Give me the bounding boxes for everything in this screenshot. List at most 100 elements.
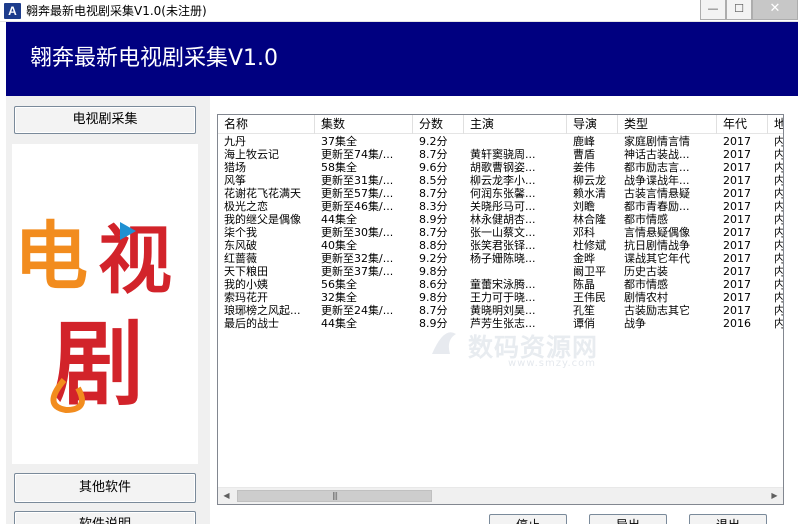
list-body: 九丹 37集全 9.2分 鹿峰 家庭剧情言情 2017 内海上牧云记 更新至74集/... 8.… [218, 135, 784, 330]
column-name-header[interactable]: 名称 [218, 115, 315, 134]
cell-cast: 王力可于晓... [470, 291, 536, 304]
tv-collect-button[interactable]: 电视剧采集 [14, 106, 196, 134]
column-director-header[interactable]: 导演 [567, 115, 618, 134]
other-software-button[interactable]: 其他软件 [14, 473, 196, 503]
horizontal-scrollbar[interactable]: ◀ ||| ▶ [218, 487, 783, 504]
logo-graphic: 电 视 剧 [14, 214, 172, 418]
software-info-button[interactable]: 软件说明 [14, 511, 196, 524]
column-cast-header[interactable]: 主演 [464, 115, 567, 134]
cell-episodes: 37集全 [321, 135, 357, 148]
cell-region: 内 [774, 317, 784, 330]
cell-region: 内 [774, 148, 784, 161]
cell-region: 内 [774, 252, 784, 265]
cell-cast: 张笑君张铎... [470, 239, 536, 252]
cell-cast: 杨子姗陈晓... [470, 252, 536, 265]
scroll-right-arrow-icon[interactable]: ▶ [766, 488, 783, 504]
exit-button[interactable]: 退出 [689, 514, 767, 524]
cell-year: 2017 [723, 239, 751, 252]
cell-name: 琅琊榜之风起... [224, 304, 301, 317]
cell-score: 8.3分 [419, 200, 448, 213]
cell-score: 9.8分 [419, 291, 448, 304]
column-region-header[interactable]: 地 [768, 115, 783, 134]
cell-year: 2017 [723, 161, 751, 174]
cell-genre: 战争 [624, 317, 646, 330]
cell-name: 猎场 [224, 161, 246, 174]
cell-genre: 都市情感 [624, 213, 668, 226]
cell-director: 金晔 [573, 252, 595, 265]
cell-score: 9.2分 [419, 252, 448, 265]
cell-name: 天下粮田 [224, 265, 268, 278]
table-row[interactable]: 天下粮田 更新至37集/... 9.8分 阚卫平 历史古装 2017 内 [218, 265, 783, 278]
cell-year: 2017 [723, 187, 751, 200]
table-row[interactable]: 索玛花开 32集全 9.8分 王力可于晓... 王伟民 剧情农村 2017 内 [218, 291, 784, 304]
cell-region: 内 [774, 291, 784, 304]
maximize-button[interactable]: ☐ [726, 0, 752, 20]
drama-list[interactable]: 名称 集数 分数 主演 导演 类型 年代 地 九丹 37集全 9.2分 鹿峰 家庭剧情言… [217, 114, 784, 505]
cell-score: 8.7分 [419, 187, 448, 200]
svg-text:电: 电 [14, 214, 88, 300]
stop-button[interactable]: 停止 [489, 514, 567, 524]
cell-name: 我的小姨 [224, 278, 268, 291]
cell-name: 极光之恋 [224, 200, 268, 213]
table-row[interactable]: 风筝 更新至31集/... 8.5分 柳云龙李小... 柳云龙 战争谍战年... 2017 内 [218, 174, 784, 187]
scroll-left-arrow-icon[interactable]: ◀ [218, 488, 235, 504]
cell-genre: 都市情感 [624, 278, 668, 291]
cell-director: 王伟民 [573, 291, 606, 304]
table-row[interactable]: 海上牧云记 更新至74集/... 8.7分 黄轩窦骁周... 曹盾 神话古装战... 201… [218, 148, 784, 161]
minimize-button[interactable]: — [700, 0, 726, 20]
cell-name: 我的继父是偶像 [224, 213, 301, 226]
cell-genre: 历史古装 [624, 265, 668, 278]
table-row[interactable]: 我的小姨 56集全 8.6分 童蕾宋泳腾... 陈晶 都市情感 2017 内 [218, 278, 783, 291]
table-row[interactable]: 猎场 58集全 9.6分 胡歌曹钢姿... 姜伟 都市励志言... 2017 内 [218, 161, 784, 174]
table-row[interactable]: 我的继父是偶像 44集全 8.9分 林永健胡杏... 林合隆 都市情感 2017 内 [218, 213, 783, 226]
cell-genre: 抗日剧情战争 [624, 239, 690, 252]
table-row[interactable]: 红蔷薇 更新至32集/... 9.2分 杨子姗陈晓... 金晔 谍战其它年代 2017 内 [218, 252, 784, 265]
cell-genre: 古装励志其它 [624, 304, 690, 317]
cell-score: 9.6分 [419, 161, 448, 174]
cell-cast [464, 135, 567, 148]
cell-director: 林合隆 [573, 213, 606, 226]
table-row[interactable]: 柒个我 更新至30集/... 8.7分 张一山蔡文... 邓科 言情悬疑偶像 2017 内 [218, 226, 783, 239]
cell-episodes: 更新至30集/... [321, 226, 394, 239]
cell-score: 9.2分 [419, 135, 448, 148]
table-row[interactable]: 东风破 40集全 8.8分 张笑君张铎... 杜修斌 抗日剧情战争 2017 内 [218, 239, 783, 252]
cell-region: 内 [774, 161, 784, 174]
scroll-thumb[interactable]: ||| [237, 490, 432, 502]
column-score-header[interactable]: 分数 [413, 115, 464, 134]
cell-director: 姜伟 [573, 161, 595, 174]
cell-region: 内 [774, 135, 784, 148]
export-button[interactable]: 导出 [589, 514, 667, 524]
cell-name: 九丹 [224, 135, 246, 148]
column-episodes-header[interactable]: 集数 [315, 115, 413, 134]
cell-director: 孔笙 [573, 304, 595, 317]
cell-score: 8.7分 [419, 226, 448, 239]
cell-year: 2016 [723, 317, 751, 330]
cell-director: 陈晶 [573, 278, 595, 291]
cell-director: 鹿峰 [573, 135, 595, 148]
cell-cast: 童蕾宋泳腾... [470, 278, 536, 291]
table-row[interactable]: 九丹 37集全 9.2分 鹿峰 家庭剧情言情 2017 内 [218, 135, 784, 148]
cell-cast: 何润东张馨... [470, 187, 536, 200]
cell-score: 9.8分 [419, 265, 448, 278]
title-bar: A 翱奔最新电视剧采集V1.0(未注册) — ☐ ✕ [0, 0, 798, 22]
table-row[interactable]: 极光之恋 更新至46集/... 8.3分 关晓彤马可... 刘瞻 都市青春励... 2017… [218, 200, 784, 213]
cell-name: 花谢花飞花满天 [224, 187, 301, 200]
table-row[interactable]: 最后的战士 44集全 8.9分 芦芳生张志... 谭俏 战争 2016 内 [218, 317, 784, 330]
cell-year: 2017 [723, 200, 751, 213]
column-year-header[interactable]: 年代 [717, 115, 768, 134]
cell-genre: 剧情农村 [624, 291, 668, 304]
table-row[interactable]: 琅琊榜之风起... 更新至24集/... 8.7分 黄晓明刘昊... 孔笙 古装励志其它 2… [218, 304, 783, 317]
cell-director: 柳云龙 [573, 174, 606, 187]
cell-region: 内 [774, 200, 784, 213]
cell-genre: 都市励志言... [624, 161, 690, 174]
close-button[interactable]: ✕ [752, 0, 798, 20]
cell-cast: 胡歌曹钢姿... [470, 161, 536, 174]
table-row[interactable]: 花谢花飞花满天 更新至57集/... 8.7分 何润东张馨... 赖水清 古装言情悬疑 20… [218, 187, 783, 200]
cell-cast: 林永健胡杏... [470, 213, 536, 226]
cell-region: 内 [774, 174, 784, 187]
cell-score: 8.5分 [419, 174, 448, 187]
window-title: 翱奔最新电视剧采集V1.0(未注册) [26, 4, 207, 18]
column-genre-header[interactable]: 类型 [618, 115, 717, 134]
cell-year: 2017 [723, 304, 751, 317]
cell-episodes: 更新至31集/... [321, 174, 394, 187]
